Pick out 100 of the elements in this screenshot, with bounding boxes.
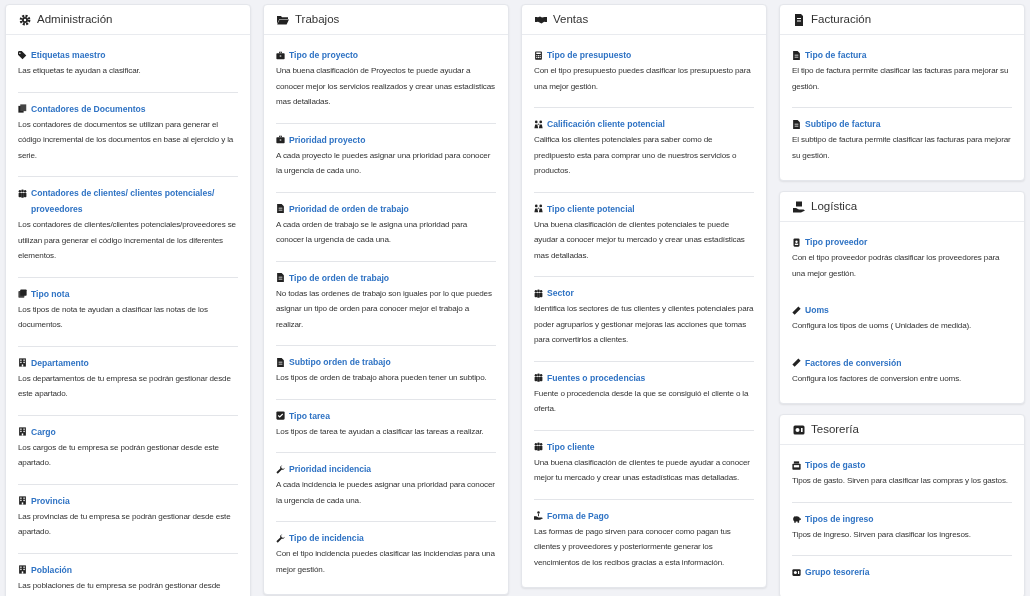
file-icon — [276, 357, 285, 367]
cash-register-icon — [792, 460, 801, 470]
tag-icon — [18, 50, 27, 60]
item-description: Los contadores de documentos se utilizan para generar el código incremental de los documentos en base al ejercicio y la serie. — [18, 118, 235, 162]
wrench-icon — [276, 464, 285, 474]
config-link[interactable]: Prioridad de orden de trabajo — [289, 200, 409, 217]
config-link[interactable]: Grupo tesorería — [805, 564, 870, 580]
config-link[interactable]: Tipo proveedor — [805, 234, 868, 250]
config-link[interactable]: Cargo — [31, 423, 56, 440]
config-link[interactable]: Prioridad proyecto — [289, 131, 366, 148]
checkbox-icon — [276, 411, 285, 420]
config-link[interactable]: Sector — [547, 285, 574, 301]
user-group-icon — [534, 119, 543, 129]
item-description: No todas las ordenes de trabajo son iguales por lo que puedes asignar un tipo de orden para conocer mejor el trabajo a realizar. — [276, 287, 493, 331]
item-description: Las poblaciones de tu empresa se podrán gestionar desde — [18, 579, 222, 592]
users-icon — [534, 373, 543, 382]
user-group-icon — [534, 204, 543, 213]
item-description: Con el tipo presupuesto puedes clasificar los presupuesto para una mejor gestión. — [534, 65, 752, 93]
item-description: Los contadores de clientes/clientes potenciales/proveedores se utilizan para generar el código incremental de los diferentes elementos. — [18, 219, 237, 262]
users-icon — [534, 288, 543, 298]
config-link[interactable]: Tipo cliente potencial — [547, 200, 635, 217]
config-link[interactable]: Población — [31, 561, 73, 578]
hand-coin-icon — [534, 511, 543, 520]
config-link[interactable]: Tipo tarea — [289, 407, 330, 424]
item-description: Los tipos de orden de trabajo ahora pueden tener un subtipo. — [276, 372, 488, 384]
id-badge-icon — [792, 237, 801, 247]
item-description: Los cargos de tu empresa se podrán gestionar desde este apartado. — [18, 441, 220, 469]
documents-icon — [18, 104, 27, 113]
config-link[interactable]: Tipo nota — [31, 285, 70, 302]
briefcase-icon — [276, 50, 285, 60]
config-link[interactable]: Tipo cliente — [547, 438, 595, 455]
item-description: Las etiquetas te ayudan a clasificar. — [18, 65, 142, 77]
file-icon — [276, 273, 285, 282]
register-icon — [792, 567, 801, 577]
item-description: A cada orden de trabajo se le asigna una prioridad para conocer la urgencia de cada una. — [276, 218, 469, 246]
config-link[interactable]: Departamento — [31, 354, 89, 371]
config-link[interactable]: Tipos de gasto — [805, 457, 866, 473]
item-description: A cada proyecto le puedes asignar una prioridad para conocer la urgencia de cada uno. — [276, 149, 492, 177]
config-link[interactable]: Contadores de Documentos — [31, 100, 146, 117]
item-description: Con el tipo incidencia puedes clasificar las incidencias para una mejor gestión. — [276, 548, 496, 576]
config-link[interactable]: Prioridad incidencia — [289, 461, 372, 477]
building-icon — [18, 565, 27, 574]
item-description: Las formas de pago sirven para conocer como pagan tus clientes y proveedores y posteriormente generar los vencimientos de los recibos gracias a esta información. — [534, 525, 732, 569]
item-description: Una buena clasificación de Proyectos te puede ayudar a conocer mejor los servicios realizados y crear unas estadísticas mas detalladas. — [276, 65, 496, 108]
register-icon — [793, 423, 805, 436]
cog-icon — [19, 13, 31, 26]
config-link[interactable]: Factores de conversión — [805, 354, 902, 371]
file-icon — [276, 204, 285, 213]
config-link[interactable]: Calificación cliente potencial — [547, 116, 665, 132]
section-title: Logística — [811, 198, 858, 214]
building-icon — [18, 427, 27, 436]
item-description: Una buena clasificación de clientes te puede ayudar a conocer mejor tu mercado y crear unas estadísticas mas detalladas. — [534, 456, 751, 484]
ruler-icon — [792, 358, 801, 367]
calculator-icon — [534, 50, 543, 60]
section-title: Ventas — [553, 11, 589, 27]
config-link[interactable]: Forma de Pago — [547, 507, 610, 524]
item-description: Fuente o procedencia desde la que se consiguió el cliente o la oferta. — [534, 387, 750, 415]
file-icon — [792, 119, 801, 129]
item-description: Configura los factores de conversion entre uoms. — [792, 372, 963, 385]
briefcase-icon — [276, 135, 285, 144]
building-icon — [18, 496, 27, 505]
config-link[interactable]: Tipo de orden de trabajo — [289, 269, 390, 286]
item-description: Una buena clasificación de clientes potenciales te puede ayudar a conocer mejor tu mercado y crear unas estadísticas mas detalladas. — [534, 218, 746, 262]
item-description: Las provincias de tu empresa se podrán gestionar desde este apartado. — [18, 510, 232, 538]
folder-icon — [277, 13, 289, 26]
section-title: Facturación — [811, 11, 872, 27]
wrench-icon — [276, 533, 285, 543]
config-link[interactable]: Tipo de presupuesto — [547, 47, 632, 63]
config-link[interactable]: Tipo de factura — [805, 47, 867, 63]
item-description: Configura los tipos de uoms ( Unidades de medida). — [792, 320, 973, 332]
config-link[interactable]: Tipo de proyecto — [289, 47, 359, 63]
item-description: Con el tipo proveedor podrás clasificar los proveedores para una mejor gestión. — [792, 252, 1001, 280]
config-link[interactable]: Etiquetas maestro — [31, 47, 106, 63]
hand-box-icon — [793, 200, 805, 213]
item-description: El tipo de factura permite clasificar las facturas para mejorar su gestión. — [792, 65, 1010, 93]
config-link[interactable]: Uoms — [805, 302, 829, 318]
users-icon — [534, 442, 543, 451]
item-description: Tipos de ingreso. Sirven para clasificar los ingresos. — [792, 528, 972, 541]
section-title: Tesorería — [811, 421, 859, 437]
piggy-bank-icon — [792, 514, 801, 523]
config-link[interactable]: Contadores de clientes/ clientes potenciales/ proveedores — [31, 185, 238, 217]
config-link[interactable]: Tipos de ingreso — [805, 510, 874, 527]
section-title: Administración — [37, 11, 113, 27]
item-description: Los tipos de tarea te ayudan a clasificar las tareas a realizar. — [276, 425, 485, 438]
item-description: A cada incidencia le puedes asignar una prioridad para conocer la urgencia de cada una. — [276, 479, 496, 507]
building-icon — [18, 358, 27, 367]
item-description: Los departamentos de tu empresa se podrán gestionar desde este apartado. — [18, 372, 232, 400]
file-icon — [792, 50, 801, 60]
config-link[interactable]: Subtipo de factura — [805, 116, 881, 132]
config-link[interactable]: Subtipo orden de trabajo — [289, 354, 391, 370]
config-link[interactable]: Tipo de incidencia — [289, 530, 364, 546]
item-description: Identifica los sectores de tus clientes y clientes potenciales para poder agruparlos y gestionar mejoras las acciones que tomas para convertirlos a clientes. — [534, 303, 754, 346]
item-description: El subtipo de factura permite clasificar las facturas para mejorar su gestión. — [792, 134, 1012, 162]
item-description: Los tipos de nota te ayudan a clasificar las notas de los documentos. — [18, 303, 209, 331]
notes-icon — [18, 289, 27, 298]
config-link[interactable]: Provincia — [31, 492, 70, 509]
invoice-icon — [793, 13, 805, 26]
config-link[interactable]: Fuentes o procedencias — [547, 369, 646, 386]
item-description: Tipos de gasto. Sirven para clasificar las compras y los gastos. — [792, 475, 1009, 487]
item-description: Califica los clientes potenciales para saber como de predipuesto esta para comprar uno de nuestros servicios o productos. — [534, 134, 738, 177]
